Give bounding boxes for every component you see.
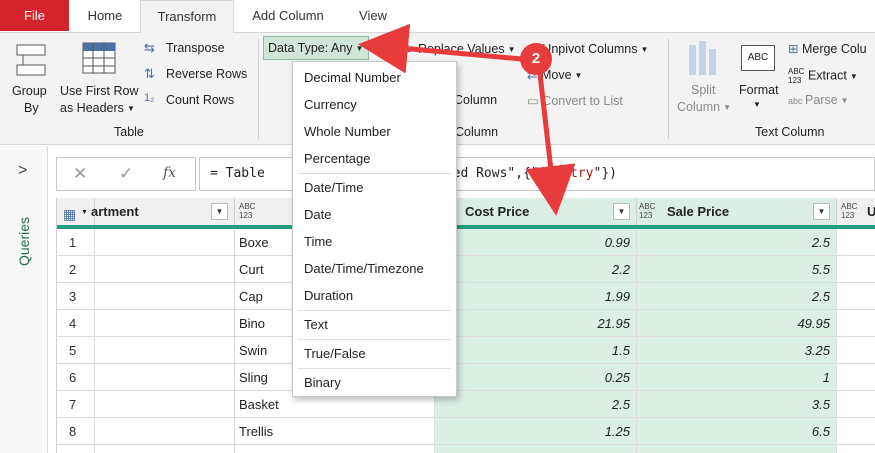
step-badge: 2 [520,43,552,75]
annotation-arrows [358,23,576,216]
arrow-to-data-type [358,23,523,74]
arrow-to-cost-price [525,73,576,216]
